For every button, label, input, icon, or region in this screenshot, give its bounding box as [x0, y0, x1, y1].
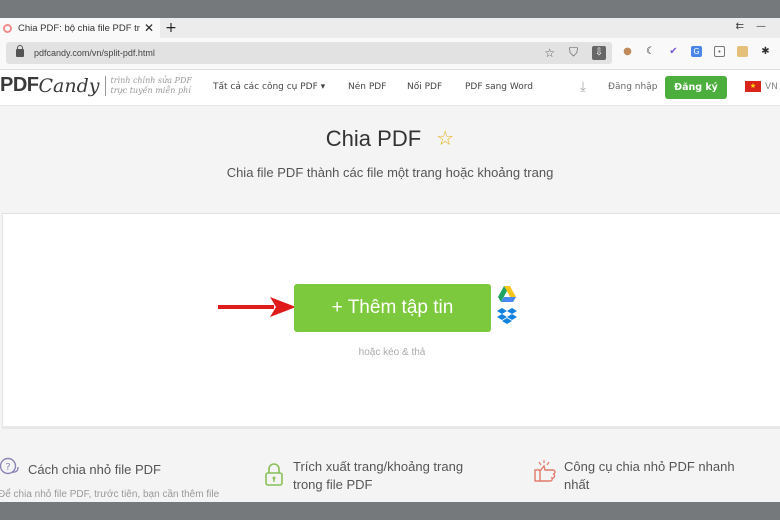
vietnam-flag-icon: ★ [745, 81, 761, 92]
browser-tab[interactable]: Chia PDF: bộ chia file PDF trực ✕ [0, 18, 160, 38]
page-subtitle: Chia file PDF thành các file một trang h… [226, 165, 554, 180]
red-arrow-annotation-icon [218, 297, 296, 317]
bottom-frame [0, 502, 780, 520]
favorite-star-icon[interactable]: ☆ [436, 126, 454, 150]
menu-merge-pdf[interactable]: Nối PDF [407, 82, 442, 92]
download-app-icon[interactable]: ⤓ [575, 79, 591, 95]
url-bar-actions: ☆ ⛉ ⇩ [544, 45, 606, 60]
thumbs-up-icon [534, 460, 556, 482]
close-tab-icon[interactable]: ✕ [144, 22, 154, 34]
lock-icon [265, 463, 283, 486]
language-selector[interactable]: ★ VN [745, 81, 778, 92]
google-drive-icon[interactable] [497, 285, 517, 303]
question-chat-icon: ? [0, 457, 19, 475]
face-ext-icon[interactable] [737, 46, 748, 57]
feature-title-line-1: Công cụ chia nhỏ PDF nhanh [564, 459, 735, 474]
page-title: Chia PDF [325, 126, 422, 151]
pdfcandy-logo[interactable]: PDF Candy trình chỉnh sửa PDF trực tuyến… [0, 74, 192, 97]
new-tab-button[interactable]: + [162, 18, 180, 38]
features-section: ? Cách chia nhỏ file PDF Để chia nhỏ fil… [0, 453, 780, 502]
cookie-ext-icon[interactable]: ● [622, 46, 633, 57]
cloud-sources [497, 285, 517, 325]
bookmark-star-icon[interactable]: ☆ [544, 46, 555, 60]
site-header: PDF Candy trình chỉnh sửa PDF trực tuyến… [0, 70, 780, 106]
translate-ext-icon[interactable]: G [691, 46, 702, 57]
chat-ext-icon[interactable]: • [714, 46, 725, 57]
feature-title-line-2: trong file PDF [293, 477, 373, 492]
svg-text:?: ? [5, 462, 10, 473]
login-link[interactable]: Đăng nhập [608, 82, 657, 92]
shield-icon[interactable]: ⛉ [569, 45, 578, 60]
feature-title-line-1: Trích xuất trang/khoảng trang [293, 459, 464, 474]
lock-icon [16, 45, 24, 57]
window-controls: ⇇ — [736, 21, 766, 32]
menu-all-tools[interactable]: Tất cả các công cụ PDF ▾ [213, 82, 325, 92]
web-page: PDF Candy trình chỉnh sửa PDF trực tuyến… [0, 70, 780, 502]
url-text[interactable]: pdfcandy.com/vn/split-pdf.html [34, 48, 155, 58]
logo-tagline: trình chỉnh sửa PDF trực tuyến miễn phí [111, 76, 192, 96]
download-icon[interactable]: ⇩ [592, 45, 606, 60]
moon-ext-icon[interactable]: ☾ [645, 46, 656, 57]
address-bar[interactable]: pdfcandy.com/vn/split-pdf.html ☆ ⛉ ⇩ [6, 42, 612, 64]
puzzle-ext-icon[interactable]: ✱ [760, 46, 771, 57]
tab-strip: Chia PDF: bộ chia file PDF trực ✕ + ⇇ — [0, 18, 780, 38]
tab-list-icon[interactable]: ⇇ [736, 21, 744, 32]
signup-button[interactable]: Đăng ký [665, 76, 727, 99]
title-row: Chia PDF ☆ [0, 126, 780, 152]
logo-candy-text: Candy [38, 74, 100, 97]
pdfcandy-favicon-icon [3, 23, 12, 33]
tagline-line-2: trực tuyến miễn phí [110, 85, 191, 95]
browser-navbar: pdfcandy.com/vn/split-pdf.html ☆ ⛉ ⇩ ● ☾… [0, 38, 780, 70]
logo-divider [104, 75, 106, 96]
screen: Chia PDF: bộ chia file PDF trực ✕ + ⇇ — … [0, 0, 780, 520]
menu-pdf-to-word[interactable]: PDF sang Word [465, 82, 533, 92]
minimize-icon[interactable]: — [756, 21, 766, 32]
check-ext-icon[interactable]: ✔ [668, 46, 679, 57]
logo-pdf-text: PDF [0, 74, 39, 96]
feature-description: Để chia nhỏ file PDF, trước tiên, bạn cầ… [0, 489, 220, 500]
add-file-button[interactable]: + Thêm tập tin [294, 284, 491, 332]
language-code: VN [765, 81, 778, 92]
feature-title-line-2: nhất [564, 477, 590, 492]
drag-drop-hint: hoặc kéo & thả [358, 347, 426, 358]
feature-title: Cách chia nhỏ file PDF [28, 462, 161, 477]
dropbox-icon[interactable] [497, 307, 517, 325]
tab-title: Chia PDF: bộ chia file PDF trực [18, 22, 140, 34]
tagline-line-1: trình chỉnh sửa PDF [110, 75, 192, 85]
extension-toolbar: ● ☾ ✔ G • ✱ [622, 46, 771, 57]
menu-compress-pdf[interactable]: Nén PDF [348, 82, 386, 92]
